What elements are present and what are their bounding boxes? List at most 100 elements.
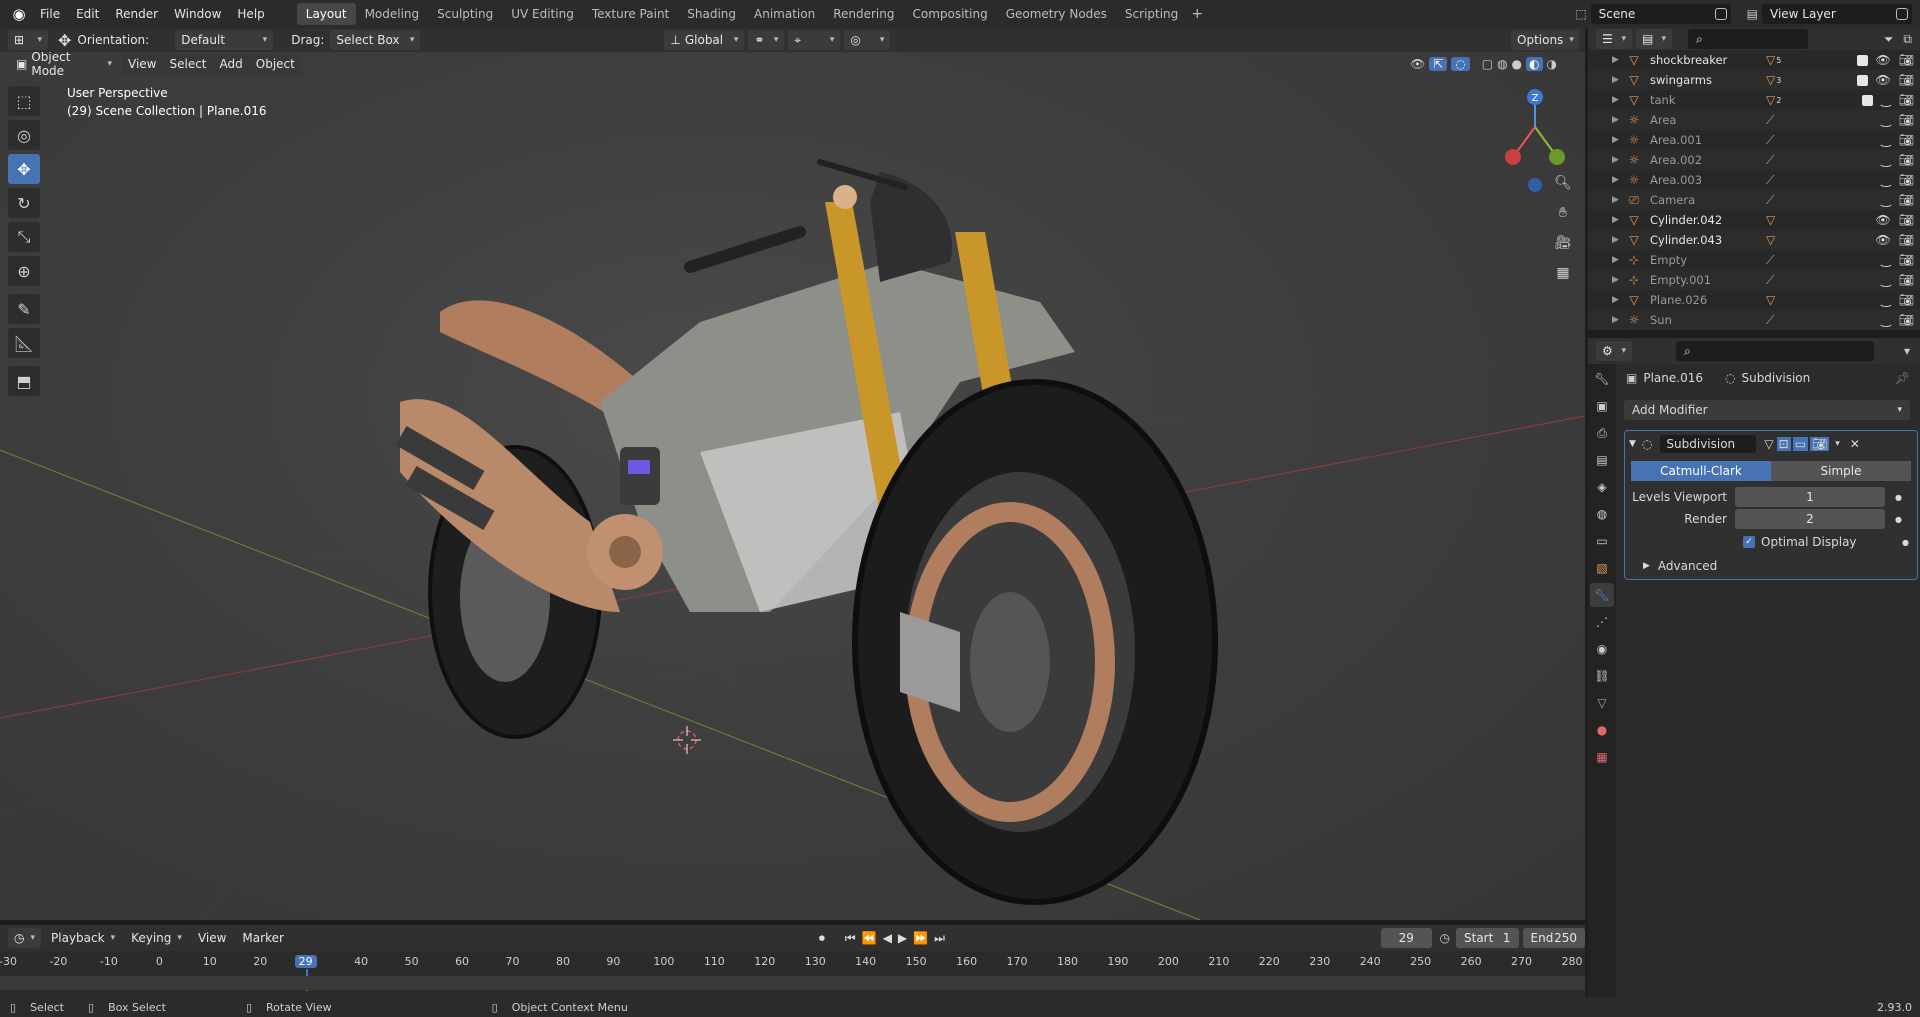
menu-render[interactable]: Render xyxy=(107,3,166,25)
record-icon[interactable]: ⏺ xyxy=(819,931,825,946)
catmull-clark-option[interactable]: Catmull-Clark xyxy=(1631,461,1771,481)
perspective-grid-icon[interactable]: ▦ xyxy=(1550,260,1576,286)
eye-icon[interactable]: 👁︎ xyxy=(1876,213,1891,227)
expand-triangle-icon[interactable]: ▶ xyxy=(1612,235,1626,245)
render-camera-icon[interactable]: 📷︎ xyxy=(1899,53,1914,67)
expand-triangle-icon[interactable]: ▶ xyxy=(1612,135,1626,145)
3d-viewport[interactable]: Z ▣ Object Mode ▾ View Select Add Object 👁︎ ⇱… xyxy=(0,52,1585,920)
exclude-checkbox[interactable] xyxy=(1856,74,1868,86)
tab-uv-editing[interactable]: UV Editing xyxy=(502,3,583,25)
outliner-search-input[interactable]: ⌕ xyxy=(1688,29,1808,49)
transform-orientation-dropdown[interactable]: ⊥ Global ▾ xyxy=(664,30,745,50)
end-frame-field[interactable]: End 250 xyxy=(1522,928,1585,948)
material-tab-icon[interactable]: ● xyxy=(1590,718,1614,742)
expand-triangle-icon[interactable]: ▶ xyxy=(1612,315,1626,325)
eye-icon[interactable]: 👁︎ xyxy=(1876,53,1891,67)
expand-triangle-icon[interactable]: ▶ xyxy=(1612,75,1626,85)
current-frame-field[interactable]: 29 xyxy=(1380,928,1432,948)
properties-options-icon[interactable]: ▾ xyxy=(1904,344,1910,358)
timeline-menu-view[interactable]: View xyxy=(192,928,232,948)
pan-hand-icon[interactable]: ✋︎ xyxy=(1550,200,1576,226)
hidden-eye-icon[interactable]: ‿ xyxy=(1881,133,1891,147)
start-frame-field[interactable]: Start 1 xyxy=(1456,928,1519,948)
outliner-editor-dropdown[interactable]: ☰ ▾ xyxy=(1596,29,1632,49)
outliner-row[interactable]: ▶ ⊹ Empty.001 ⟋ ‿ 📷︎ xyxy=(1588,270,1920,290)
outliner-row[interactable]: ▶ ▽ shockbreaker ▽ 5 👁︎ 📷︎ xyxy=(1588,50,1920,70)
properties-search-input[interactable]: ⌕ xyxy=(1676,341,1874,361)
outliner-row[interactable]: ▶ ▽ Plane.026 ▽ ‿ 📷︎ xyxy=(1588,290,1920,310)
gizmo-toggle-icon[interactable]: ⇱ xyxy=(1429,57,1448,71)
outliner-row[interactable]: ▶ ☼ Area.001 ⟋ ‿ 📷︎ xyxy=(1588,130,1920,150)
hidden-eye-icon[interactable]: ‿ xyxy=(1881,313,1891,327)
physics-tab-icon[interactable]: ◉ xyxy=(1590,637,1614,661)
proportional-edit-dropdown[interactable]: ◎ ▾ xyxy=(844,30,891,50)
add-modifier-dropdown[interactable]: Add Modifier ▾ xyxy=(1624,400,1910,420)
hidden-eye-icon[interactable]: ‿ xyxy=(1881,273,1891,287)
prev-keyframe-icon[interactable]: ⏪ xyxy=(862,931,877,946)
rotate-tool-icon[interactable]: ↻ xyxy=(8,188,40,218)
output-tab-icon[interactable]: ⎙ xyxy=(1590,421,1614,445)
viewport-menu-add[interactable]: Add xyxy=(213,54,249,74)
levels-viewport-field[interactable]: 1 xyxy=(1735,487,1885,507)
wireframe-shading-icon[interactable]: ◍ xyxy=(1497,57,1507,71)
render-camera-icon[interactable]: 📷︎ xyxy=(1899,193,1914,207)
world-tab-icon[interactable]: ◍ xyxy=(1590,502,1614,526)
outliner-row[interactable]: ▶ ▽ swingarms ▽ 3 👁︎ 📷︎ xyxy=(1588,70,1920,90)
object-tab-icon[interactable]: ▧ xyxy=(1590,556,1614,580)
timeline-menu-marker[interactable]: Marker xyxy=(236,928,289,948)
pivot-dropdown[interactable]: ⚭ ▾ xyxy=(748,30,785,50)
add-workspace-button[interactable]: + xyxy=(1187,3,1207,25)
current-frame-marker[interactable]: 29 xyxy=(294,955,317,968)
tab-layout[interactable]: Layout xyxy=(296,3,356,25)
menu-help[interactable]: Help xyxy=(229,3,272,25)
collapse-chevron-icon[interactable]: ▼ xyxy=(1629,439,1636,449)
solid-shading-icon[interactable]: ● xyxy=(1512,57,1522,71)
expand-triangle-icon[interactable]: ▶ xyxy=(1612,55,1626,65)
view-layer-field[interactable]: View Layer xyxy=(1762,4,1912,24)
hidden-eye-icon[interactable]: ‿ xyxy=(1881,113,1891,127)
eye-icon[interactable]: 👁︎ xyxy=(1876,233,1891,247)
render-camera-icon[interactable]: 📷︎ xyxy=(1899,253,1914,267)
object-mode-dropdown[interactable]: ▣ Object Mode ▾ xyxy=(10,52,118,78)
cage-toggle-icon[interactable]: ⊡ xyxy=(1776,437,1791,451)
scene-field[interactable]: Scene xyxy=(1590,4,1731,24)
menu-window[interactable]: Window xyxy=(166,3,229,25)
collection-tab-icon[interactable]: ▭ xyxy=(1590,529,1614,553)
modifier-menu-chevron-icon[interactable]: ▾ xyxy=(1835,439,1840,449)
render-camera-icon[interactable]: 📷︎ xyxy=(1899,113,1914,127)
snap-dropdown[interactable]: ⌖ ▾ xyxy=(788,30,841,50)
expand-triangle-icon[interactable]: ▶ xyxy=(1612,95,1626,105)
scale-tool-icon[interactable]: ⤡ xyxy=(8,222,40,252)
drag-dropdown[interactable]: Select Box ▾ xyxy=(330,30,421,50)
optimal-keyframe-dot-icon[interactable]: ● xyxy=(1902,538,1909,547)
tab-animation[interactable]: Animation xyxy=(745,3,824,25)
camera-view-icon[interactable]: 🎥︎ xyxy=(1550,230,1576,256)
render-camera-icon[interactable]: 📷︎ xyxy=(1899,173,1914,187)
material-shading-icon[interactable]: ◐ xyxy=(1526,57,1543,71)
select-box-tool-icon[interactable]: ⬚ xyxy=(8,86,40,116)
render-camera-icon[interactable]: 📷︎ xyxy=(1899,93,1914,107)
menu-file[interactable]: File xyxy=(32,3,68,25)
keyframe-dot-icon[interactable]: ● xyxy=(1895,493,1902,502)
expand-triangle-icon[interactable]: ▶ xyxy=(1612,195,1626,205)
outliner-row[interactable]: ▶ ⎚ Camera ⟋ ‿ 📷︎ xyxy=(1588,190,1920,210)
tab-rendering[interactable]: Rendering xyxy=(824,3,903,25)
hidden-eye-icon[interactable]: ‿ xyxy=(1881,93,1891,107)
particles-tab-icon[interactable]: ⋰ xyxy=(1590,610,1614,634)
move-tool-button-icon[interactable]: ✥ xyxy=(8,154,40,184)
new-collection-icon[interactable]: ⧉ xyxy=(1903,32,1912,47)
pin-icon[interactable]: 📌︎ xyxy=(1895,371,1910,385)
editor-type-dropdown[interactable]: ⊞ ▾ xyxy=(8,30,48,50)
tab-shading[interactable]: Shading xyxy=(678,3,745,25)
timeline-area[interactable]: -30 -20 -10 0 10 20 29 40 50 60 70 80 90 100 110 120 130… xyxy=(0,951,1585,997)
optimal-display-checkbox[interactable]: ✓ xyxy=(1743,536,1755,548)
outliner-row[interactable]: ▶ ☼ Area.002 ⟋ ‿ 📷︎ xyxy=(1588,150,1920,170)
render-camera-icon[interactable]: 📷︎ xyxy=(1899,273,1914,287)
render-toggle-icon[interactable]: 📷︎ xyxy=(1810,437,1830,451)
edit-mode-toggle-icon[interactable]: ▽ xyxy=(1764,437,1773,451)
menu-edit[interactable]: Edit xyxy=(68,3,107,25)
orientation-dropdown[interactable]: Default ▾ xyxy=(175,30,274,50)
rendered-shading-icon[interactable]: ◑ xyxy=(1547,57,1557,71)
timeline-editor-dropdown[interactable]: ◷ ▾ xyxy=(8,928,42,948)
viewport-menu-view[interactable]: View xyxy=(122,54,163,74)
